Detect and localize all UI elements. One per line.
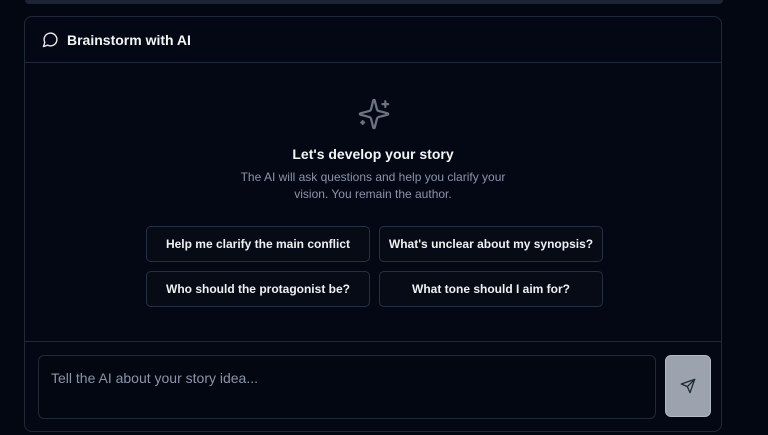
previous-panel-edge [25,0,723,4]
panel-title: Brainstorm with AI [67,31,191,48]
chat-input[interactable] [51,370,643,404]
brainstorm-panel: Brainstorm with AI Let's develop your st… [24,16,722,432]
empty-state-heading: Let's develop your story [292,146,454,162]
suggestion-protagonist[interactable]: Who should the protagonist be? [146,271,370,307]
suggestion-unclear-synopsis[interactable]: What's unclear about my synopsis? [379,226,603,262]
message-circle-icon [42,31,59,48]
send-button[interactable] [665,355,711,417]
suggestion-tone[interactable]: What tone should I aim for? [379,271,603,307]
empty-state-description: The AI will ask questions and help you c… [240,170,506,201]
suggestion-clarify-conflict[interactable]: Help me clarify the main conflict [146,226,370,262]
sparkles-icon [357,97,391,131]
chat-input-container [38,355,656,419]
send-icon [680,378,696,394]
suggestion-grid: Help me clarify the main conflict What's… [146,226,603,307]
chat-empty-state: Let's develop your story The AI will ask… [25,63,721,342]
panel-header: Brainstorm with AI [25,17,721,63]
